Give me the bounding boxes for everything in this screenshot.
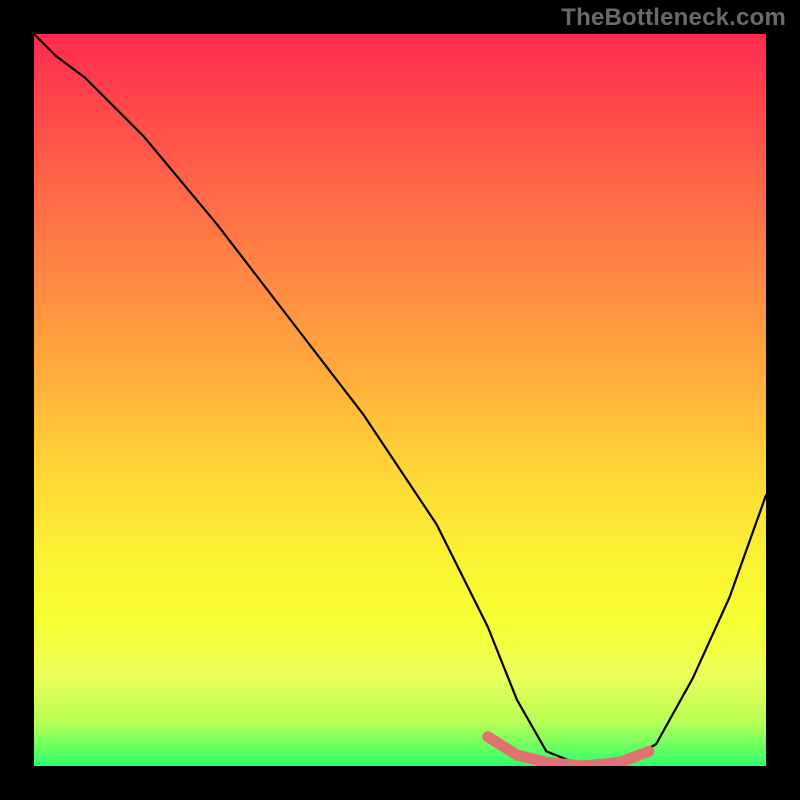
curve-svg xyxy=(34,34,766,766)
watermark-text: TheBottleneck.com xyxy=(561,4,786,32)
flat-highlight-path xyxy=(488,737,649,766)
plot-area xyxy=(34,34,766,766)
chart-frame: TheBottleneck.com xyxy=(0,0,800,800)
bottleneck-curve-path xyxy=(34,34,766,766)
